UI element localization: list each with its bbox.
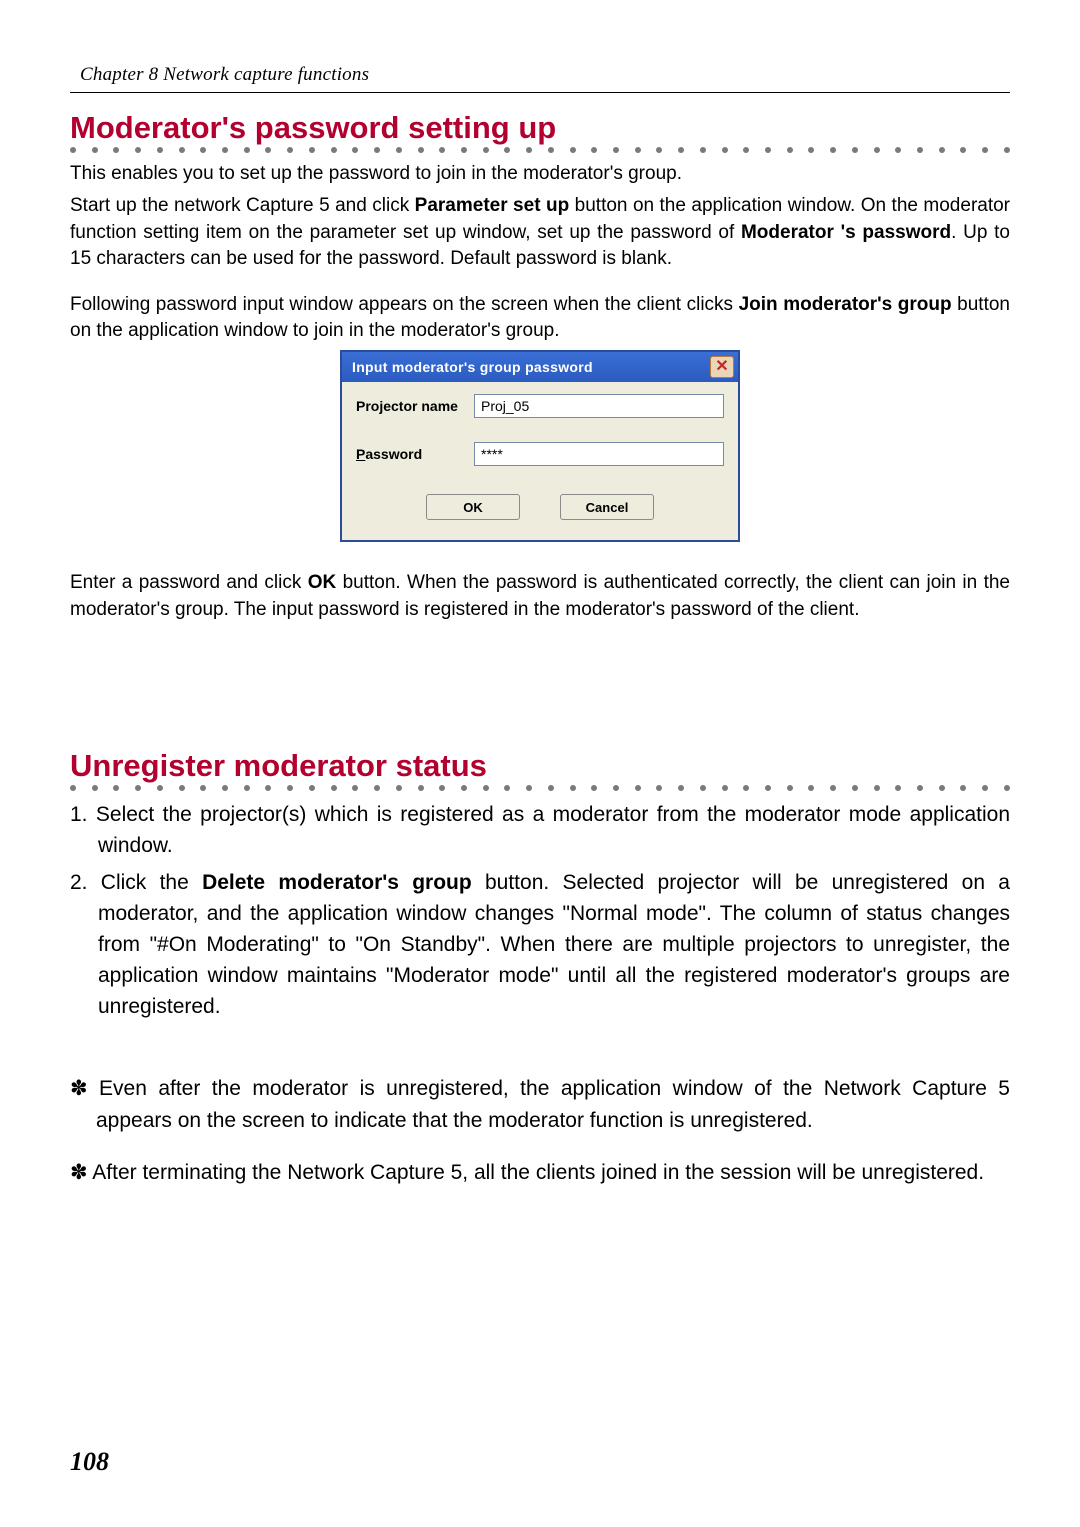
paragraph: Start up the network Capture 5 and click… [70, 193, 1010, 272]
password-label: Password [356, 446, 474, 462]
page-number: 108 [70, 1447, 109, 1477]
dotted-rule [70, 785, 1010, 791]
dialog-button-row: OK Cancel [356, 490, 724, 530]
numbered-list: 1. Select the projector(s) which is regi… [70, 799, 1010, 1023]
bold-text: Delete moderator's group [202, 871, 472, 894]
dotted-rule [70, 147, 1010, 153]
dialog-row-projector: Projector name [356, 394, 724, 418]
dialog-title: Input moderator's group password [352, 359, 710, 375]
section-title-unregister: Unregister moderator status [70, 749, 1010, 783]
projector-name-label: Projector name [356, 398, 474, 414]
password-label-underline: P [356, 446, 365, 462]
password-label-rest: assword [365, 446, 422, 462]
bold-text: Parameter set up [415, 195, 570, 216]
password-dialog: Input moderator's group password ✕ Proje… [340, 350, 740, 542]
paragraph: This enables you to set up the password … [70, 161, 1010, 187]
bold-text: Moderator 's password [741, 222, 951, 243]
dialog-titlebar: Input moderator's group password ✕ [342, 352, 738, 382]
dialog-row-password: Password [356, 442, 724, 466]
note-text: ✽ Even after the moderator is unregister… [70, 1077, 1010, 1131]
note-item: ✽ After terminating the Network Capture … [70, 1157, 1010, 1188]
text: Start up the network Capture 5 and click [70, 195, 415, 216]
text: Following password input window appears … [70, 294, 739, 315]
cancel-button[interactable]: Cancel [560, 494, 654, 520]
note-item: ✽ Even after the moderator is unregister… [70, 1073, 1010, 1135]
text: Enter a password and click [70, 572, 308, 593]
close-icon[interactable]: ✕ [710, 356, 734, 378]
list-item: 2. Click the Delete moderator's group bu… [70, 867, 1010, 1022]
bold-text: Join moderator's group [739, 294, 952, 315]
document-page: Chapter 8 Network capture functions Mode… [0, 0, 1080, 1527]
note-text: ✽ After terminating the Network Capture … [70, 1161, 984, 1184]
paragraph: Following password input window appears … [70, 292, 1010, 344]
bold-text: OK [308, 572, 337, 593]
ok-button[interactable]: OK [426, 494, 520, 520]
section-title-moderator-password: Moderator's password setting up [70, 111, 1010, 145]
text: 2. Click the [70, 871, 202, 894]
paragraph: Enter a password and click OK button. Wh… [70, 570, 1010, 622]
projector-name-input[interactable] [474, 394, 724, 418]
list-item: 1. Select the projector(s) which is regi… [70, 799, 1010, 861]
dialog-body: Projector name Password OK Cancel [342, 382, 738, 540]
password-input[interactable] [474, 442, 724, 466]
chapter-header: Chapter 8 Network capture functions [70, 64, 1010, 93]
